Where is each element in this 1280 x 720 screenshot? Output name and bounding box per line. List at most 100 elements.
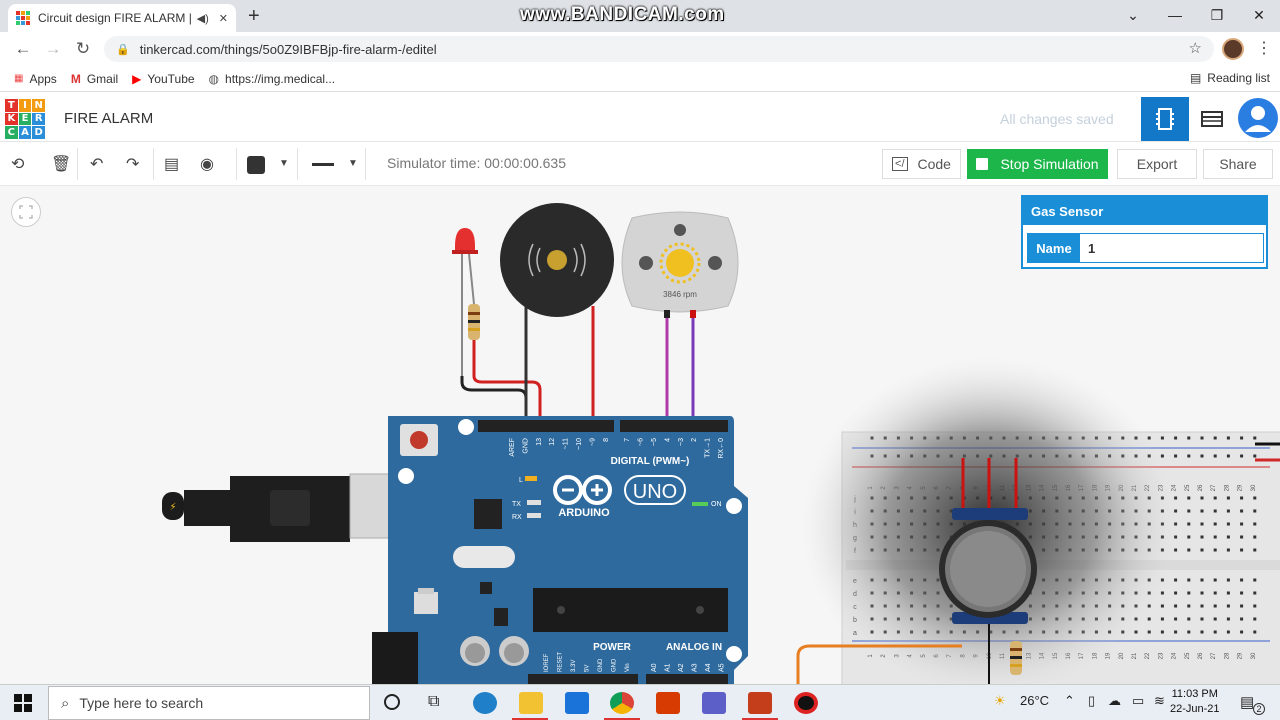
wire-style-icon[interactable]: [312, 163, 334, 166]
bb-hole[interactable]: [1240, 535, 1244, 539]
bb-hole[interactable]: [1240, 630, 1244, 634]
edge-icon[interactable]: [473, 692, 497, 714]
delete-icon[interactable]: 🗑: [51, 154, 71, 174]
bb-hole[interactable]: [1213, 617, 1217, 621]
tab-audio-icon[interactable]: ◀): [197, 12, 209, 25]
bb-hole[interactable]: [1240, 522, 1244, 526]
bb-hole[interactable]: [1213, 548, 1217, 552]
bb-hole[interactable]: [1226, 604, 1230, 608]
bb-hole[interactable]: [1240, 496, 1244, 500]
bb-hole[interactable]: [1200, 548, 1204, 552]
bb-hole[interactable]: [1160, 617, 1164, 621]
bb-hole[interactable]: [1253, 496, 1257, 500]
bookmark-youtube[interactable]: ▶ YouTube: [132, 72, 194, 86]
bb-hole[interactable]: [1253, 604, 1257, 608]
bb-hole[interactable]: [1200, 522, 1204, 526]
bb-hole[interactable]: [1253, 522, 1257, 526]
bandicam-record-icon[interactable]: [794, 692, 818, 714]
bb-hole[interactable]: [1226, 591, 1230, 595]
project-name[interactable]: FIRE ALARM: [64, 110, 153, 127]
arduino-uno-board[interactable]: AREF GND 13 12 ~11 ~10 ~9 8 7 ~6 ~5 4 ~3 2 TX→1 RX←0 DI…: [372, 416, 748, 684]
component-list-button[interactable]: [1189, 97, 1235, 141]
bb-hole[interactable]: [1200, 496, 1204, 500]
bb-hole[interactable]: [1187, 604, 1191, 608]
tab-search-icon[interactable]: ⌄: [1112, 0, 1154, 30]
bb-rail-hole[interactable]: [1174, 454, 1178, 458]
teams-icon[interactable]: [702, 692, 726, 714]
piezo-buzzer[interactable]: [500, 203, 614, 418]
wire-dropdown-icon[interactable]: ▼: [348, 158, 358, 169]
bb-hole[interactable]: [1160, 630, 1164, 634]
eye-icon[interactable]: ◉: [200, 154, 214, 174]
bb-hole[interactable]: [1213, 630, 1217, 634]
circuit-view-button[interactable]: [1141, 97, 1189, 141]
bb-hole[interactable]: [1240, 548, 1244, 552]
dc-motor[interactable]: 3846 rpm: [621, 211, 739, 418]
bb-hole[interactable]: [1226, 617, 1230, 621]
back-icon[interactable]: ←: [8, 39, 38, 59]
battery-icon[interactable]: ▭: [1132, 693, 1144, 709]
circuit-canvas[interactable]: 1122334455667788991010111112121313141415…: [0, 186, 1280, 684]
bb-hole[interactable]: [1174, 630, 1178, 634]
bb-rail-hole[interactable]: [1187, 436, 1191, 440]
color-swatch[interactable]: [247, 156, 265, 174]
file-explorer-icon[interactable]: [519, 692, 543, 714]
bb-rail-hole[interactable]: [1200, 454, 1204, 458]
bb-rail-hole[interactable]: [1226, 454, 1230, 458]
user-avatar[interactable]: [1238, 98, 1278, 138]
bb-hole[interactable]: [1200, 535, 1204, 539]
bb-hole[interactable]: [1213, 604, 1217, 608]
tinkercad-logo[interactable]: T I N K E R C A D: [5, 99, 45, 139]
windows-start-icon[interactable]: [14, 694, 32, 712]
bb-hole[interactable]: [1213, 578, 1217, 582]
device-icon[interactable]: ▯: [1088, 693, 1095, 709]
bb-hole[interactable]: [1174, 617, 1178, 621]
bb-hole[interactable]: [1187, 578, 1191, 582]
resistor[interactable]: [468, 304, 480, 340]
browser-tab[interactable]: Circuit design FIRE ALARM | ◀) ✕: [8, 4, 236, 32]
reading-list[interactable]: ▤ Reading list: [1190, 71, 1270, 85]
bookmark-gmail[interactable]: M Gmail: [71, 72, 118, 86]
bb-hole[interactable]: [1200, 578, 1204, 582]
bookmark-apps[interactable]: ▦ Apps: [14, 72, 57, 86]
bb-hole[interactable]: [1226, 496, 1230, 500]
bb-hole[interactable]: [1240, 604, 1244, 608]
bb-hole[interactable]: [1213, 509, 1217, 513]
color-dropdown-icon[interactable]: ▼: [279, 158, 289, 169]
bb-hole[interactable]: [1174, 591, 1178, 595]
bb-hole[interactable]: [1174, 604, 1178, 608]
bb-hole[interactable]: [1253, 617, 1257, 621]
bb-hole[interactable]: [1240, 591, 1244, 595]
close-window-icon[interactable]: ✕: [1238, 0, 1280, 30]
bookmark-star-icon[interactable]: ☆: [1189, 39, 1202, 57]
bb-hole[interactable]: [1187, 630, 1191, 634]
bb-rail-hole[interactable]: [1226, 436, 1230, 440]
bb-hole[interactable]: [1253, 509, 1257, 513]
bb-hole[interactable]: [1187, 535, 1191, 539]
mail-icon[interactable]: [565, 692, 589, 714]
bb-hole[interactable]: [1226, 578, 1230, 582]
bb-hole[interactable]: [1253, 548, 1257, 552]
bb-rail-hole[interactable]: [1200, 436, 1204, 440]
bb-hole[interactable]: [1187, 591, 1191, 595]
bb-hole[interactable]: [1213, 522, 1217, 526]
minimize-icon[interactable]: —: [1154, 0, 1196, 30]
code-button[interactable]: </Code: [882, 149, 961, 179]
bb-hole[interactable]: [1200, 509, 1204, 513]
bb-hole[interactable]: [1240, 509, 1244, 513]
redo-icon[interactable]: ↷: [126, 154, 139, 174]
bb-rail-hole[interactable]: [1213, 454, 1217, 458]
maximize-icon[interactable]: ❐: [1196, 0, 1238, 30]
stop-simulation-button[interactable]: Stop Simulation: [967, 149, 1108, 179]
bb-rail-hole[interactable]: [1187, 454, 1191, 458]
bb-rail-hole[interactable]: [1240, 454, 1244, 458]
profile-avatar[interactable]: [1222, 38, 1244, 60]
bb-hole[interactable]: [1226, 509, 1230, 513]
chrome-icon[interactable]: [610, 692, 634, 714]
tab-close-icon[interactable]: ✕: [219, 12, 228, 25]
bb-hole[interactable]: [1174, 578, 1178, 582]
bb-rail-hole[interactable]: [1240, 436, 1244, 440]
bb-hole[interactable]: [1213, 535, 1217, 539]
wifi-icon[interactable]: ≋: [1154, 693, 1165, 709]
new-tab-icon[interactable]: +: [248, 5, 260, 28]
